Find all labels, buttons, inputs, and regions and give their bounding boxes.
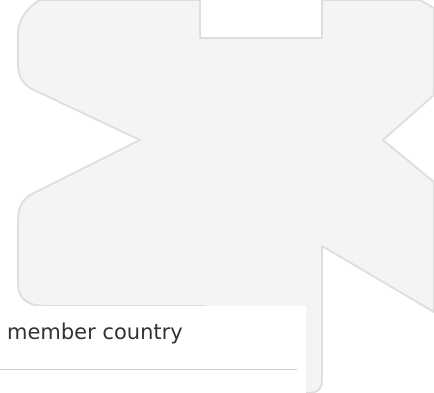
member-country-field[interactable]: member country (0, 306, 306, 393)
field-label: member country (7, 320, 183, 344)
page: member country (0, 0, 434, 393)
field-underline (0, 369, 297, 370)
